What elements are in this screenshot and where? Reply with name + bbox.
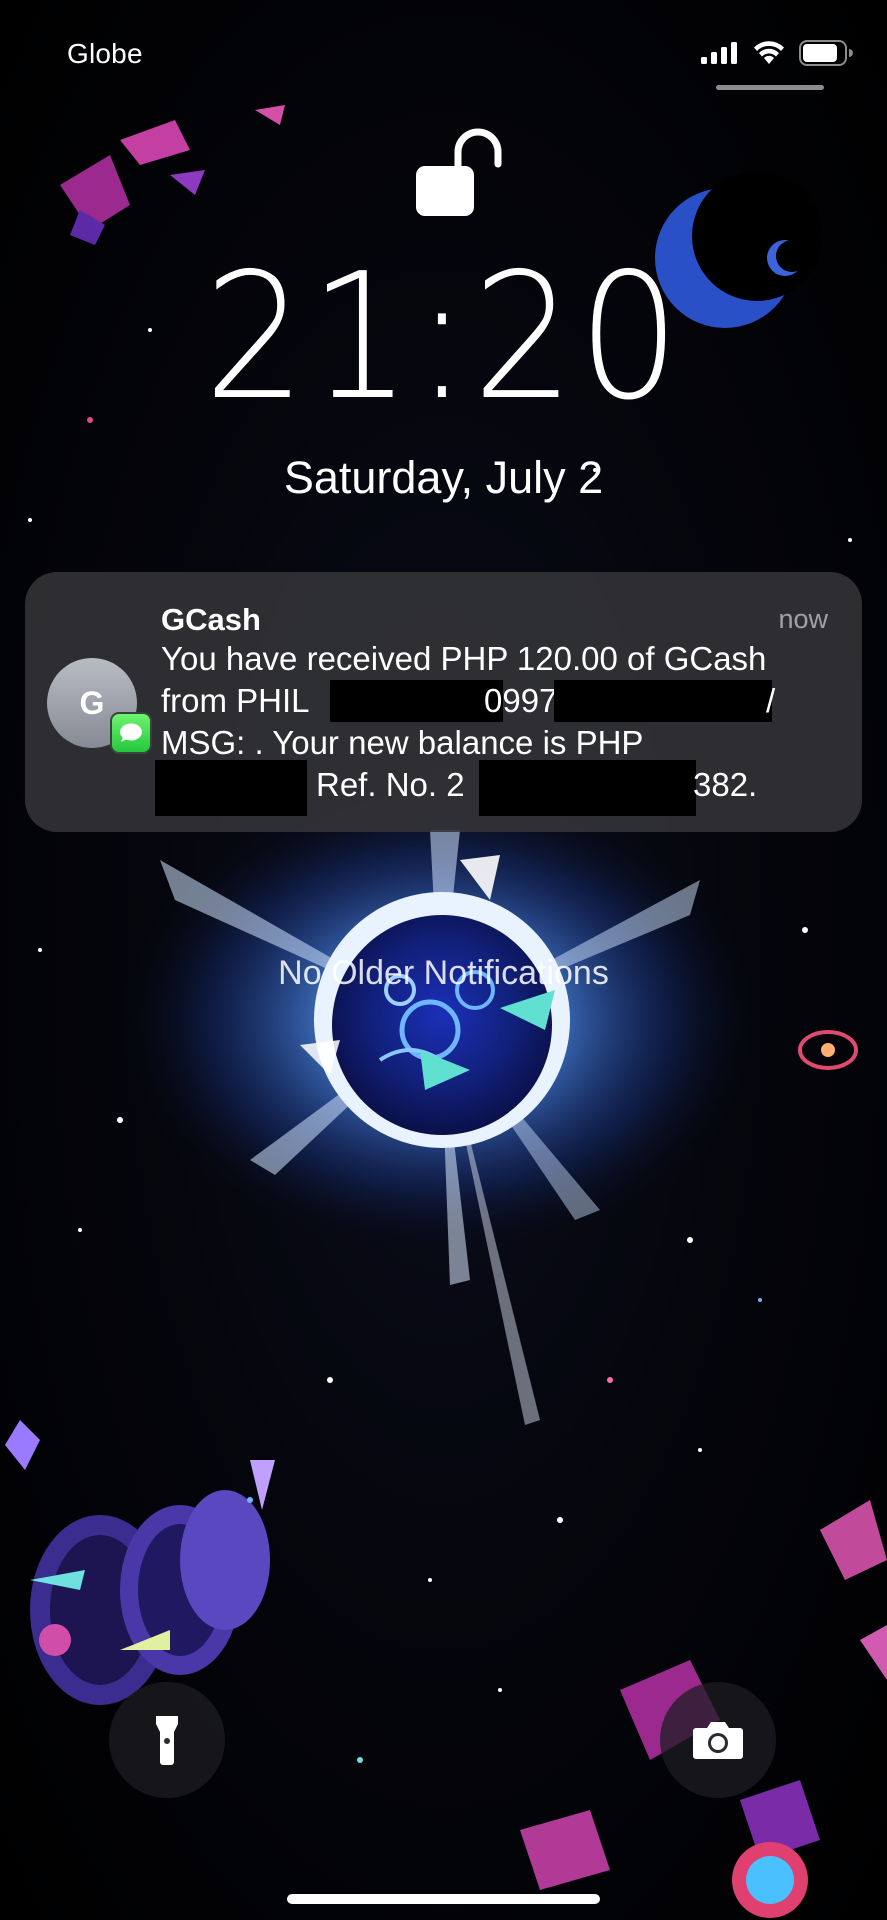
notification-line-4-ref: Ref. No. 2 (316, 766, 465, 803)
station-bottom-left (5, 1420, 275, 1705)
flashlight-button[interactable] (109, 1682, 225, 1798)
notification-line-1: You have received PHP 120.00 of GCash (161, 640, 767, 677)
notification-line-2-slash: / (766, 682, 776, 719)
cellular-signal-icon (701, 42, 737, 64)
galaxy (798, 1030, 858, 1070)
notification-timestamp: now (778, 604, 828, 634)
redacted-block (479, 760, 696, 816)
flashlight-icon (156, 1716, 178, 1765)
redacted-block (155, 760, 307, 816)
messages-icon (110, 712, 152, 754)
no-older-notifications: No Older Notifications (278, 954, 609, 992)
home-indicator[interactable] (287, 1894, 600, 1904)
notification-line-2-sender: from PHIL (161, 682, 310, 719)
control-center-grabber[interactable] (716, 85, 824, 90)
carrier-name: Globe (67, 38, 143, 69)
camera-icon (693, 1722, 743, 1759)
notification-line-3: MSG: . Your new balance is PHP (161, 724, 644, 761)
camera-button[interactable] (660, 1682, 776, 1798)
lock-screen: Globe 21:20 Saturday, July 2 G GCash now… (0, 0, 887, 1920)
battery-icon (799, 40, 853, 66)
notification-line-2-number: 0997 (484, 682, 558, 719)
asteroid-top-left (60, 105, 285, 245)
status-icons (701, 40, 853, 66)
notification-app-name: GCash (161, 602, 261, 637)
time-text: 21:20 (203, 236, 684, 439)
lock-screen-date: Saturday, July 2 (283, 452, 604, 503)
lock-screen-time: 21:20 (0, 250, 887, 425)
wifi-icon (754, 41, 784, 64)
gcash-notification[interactable]: G GCash now You have received PHP 120.00… (25, 572, 862, 832)
notification-line-4-end: 382. (693, 766, 758, 803)
unlocked-padlock-icon (416, 128, 502, 216)
redacted-block (554, 680, 772, 722)
redacted-block (330, 680, 503, 722)
